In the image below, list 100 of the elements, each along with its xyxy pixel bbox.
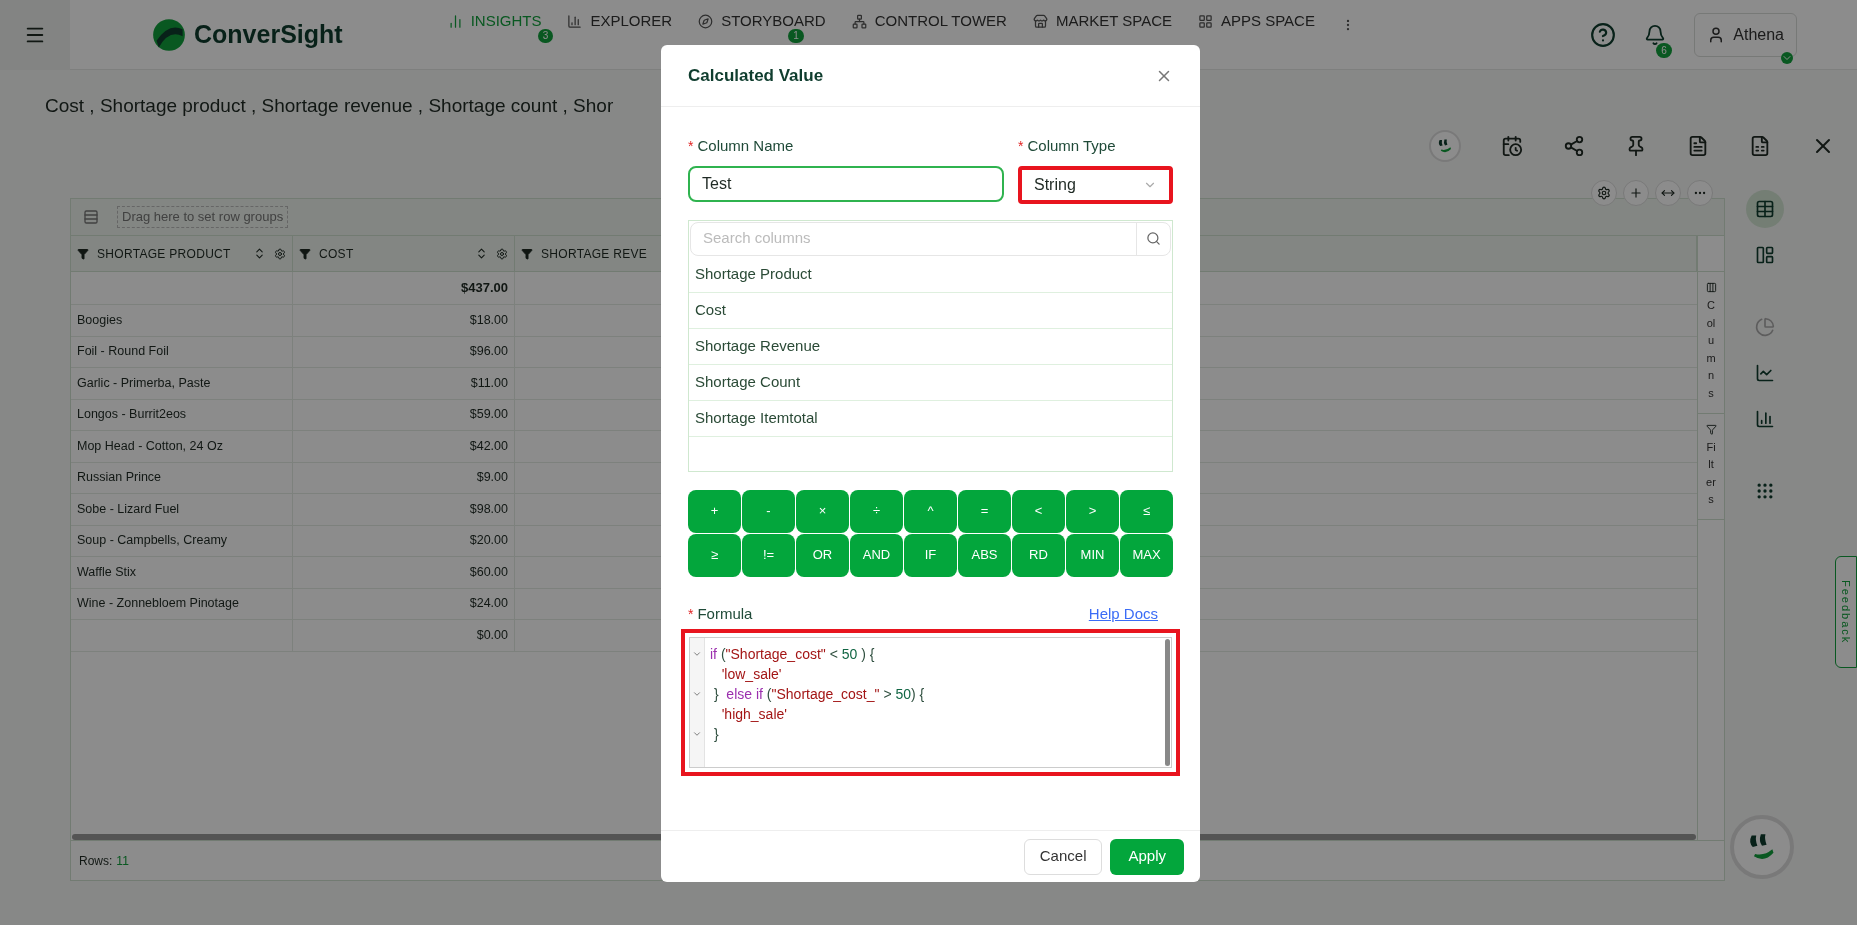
settings-button[interactable] — [1591, 180, 1617, 206]
field-label: * Column Type — [1018, 135, 1117, 158]
fold-icon[interactable] — [692, 649, 702, 659]
column-header[interactable]: SHORTAGE PRODUCT — [71, 236, 293, 271]
operator-button[interactable]: + — [688, 489, 741, 533]
operator-button[interactable]: = — [958, 489, 1011, 533]
operator-button[interactable]: > — [1066, 489, 1119, 533]
notification-bell-icon[interactable] — [1644, 23, 1667, 46]
column-title: COST — [319, 245, 354, 263]
cancel-button[interactable]: Cancel — [1023, 838, 1103, 875]
logo-text: ConverSight — [194, 18, 343, 50]
fold-icon[interactable] — [692, 689, 702, 699]
table-cell-text: $59.00 — [469, 406, 508, 424]
table-icon[interactable] — [1746, 190, 1784, 228]
operator-button[interactable]: - — [742, 489, 795, 533]
page-title: Cost , Shortage product , Shortage revenue , Shortage count , Shor — [45, 94, 615, 118]
operator-button[interactable]: AND — [850, 533, 903, 577]
operator-button[interactable]: MAX — [1120, 533, 1173, 577]
apply-button[interactable]: Apply — [1110, 838, 1184, 875]
search-icon — [1146, 231, 1161, 246]
operator-button[interactable]: RD — [1012, 533, 1065, 577]
table-cell-text: $0.00 — [476, 626, 508, 644]
filter-icon[interactable] — [521, 247, 533, 260]
required-asterisk: * — [688, 604, 694, 624]
vertical-scrollbar[interactable] — [1165, 639, 1170, 766]
operator-button[interactable]: ÷ — [850, 489, 903, 533]
code-line: 'high_sale' — [720, 704, 787, 724]
settings-icon[interactable] — [274, 247, 286, 260]
add-button[interactable] — [1623, 180, 1649, 206]
resize-button[interactable] — [1655, 180, 1681, 206]
column-header[interactable]: COST — [293, 236, 515, 271]
sort-icon[interactable] — [475, 247, 488, 260]
code-line: if ("Shortage_cost" < 50 ) { — [709, 644, 875, 664]
required-asterisk: * — [1018, 137, 1024, 157]
operator-button[interactable]: < — [1012, 489, 1065, 533]
side-panel-tab[interactable]: Filters — [1698, 413, 1724, 520]
side-tab-label: Filters — [1705, 439, 1717, 508]
operator-button[interactable]: IF — [904, 533, 957, 577]
table-cell-text: Soup - Campbells, Creamy — [77, 532, 228, 550]
table-cell-text: Longos - Burrit2eos — [77, 406, 187, 424]
filter-icon[interactable] — [77, 247, 89, 260]
operator-button[interactable]: MIN — [1066, 533, 1119, 577]
column-title: SHORTAGE REVE — [541, 245, 648, 263]
side-tab-label: Columns — [1705, 298, 1717, 401]
user-menu-button[interactable]: Athena — [1694, 12, 1797, 57]
row-group-icon — [83, 209, 99, 225]
nav-tab[interactable]: EXPLORER — [590, 10, 673, 33]
settings-icon[interactable] — [496, 247, 508, 260]
table-cell-text: Mop Head - Cotton, 24 Oz — [77, 437, 223, 455]
count-badge: 3 — [537, 29, 554, 43]
fold-icon[interactable] — [692, 729, 702, 739]
table-cell-text: $24.00 — [469, 595, 508, 613]
nav-tab[interactable]: APPS SPACE — [1221, 10, 1315, 33]
column-type-dropdown[interactable]: String — [1018, 165, 1173, 204]
operator-button[interactable]: × — [796, 489, 849, 533]
operator-button[interactable]: OR — [796, 533, 849, 577]
nav-icon — [567, 13, 583, 29]
table-cell-text: $42.00 — [469, 437, 508, 455]
help-icon[interactable] — [1590, 21, 1617, 48]
pdf-file-icon[interactable] — [1687, 135, 1709, 157]
total-cell-text: $437.00 — [461, 279, 508, 298]
table-cell-text: Boogies — [77, 311, 123, 329]
operator-button[interactable]: ABS — [958, 533, 1011, 577]
column-list-item[interactable]: Shortage Itemtotal — [695, 406, 818, 430]
table-cell-text: $60.00 — [469, 563, 508, 581]
code-line: 'low_sale' — [720, 664, 782, 684]
column-list-item[interactable]: Shortage Count — [695, 370, 801, 394]
formula-editor[interactable]: if ("Shortage_cost" < 50 ) { 'low_sale' } else if ("Shortage_cost_" > 50) { 'high_sale' } — [681, 629, 1180, 776]
sort-icon[interactable] — [253, 247, 266, 260]
table-cell-text: Garlic - Primerba, Paste — [77, 374, 211, 392]
code-line: } else if ("Shortage_cost_" > 50) { — [712, 684, 925, 704]
code-line: } — [712, 724, 719, 744]
operator-button[interactable]: ^ — [904, 489, 957, 533]
column-list-item[interactable]: Shortage Revenue — [695, 334, 821, 358]
table-cell-text: $20.00 — [469, 532, 508, 550]
column-name-field[interactable]: Test — [688, 165, 1004, 202]
nav-icon — [1198, 13, 1214, 29]
columns-icon — [1705, 282, 1717, 293]
operator-button[interactable]: != — [742, 533, 795, 577]
row-count-value: 11 — [116, 852, 129, 870]
nav-tab[interactable]: MARKET SPACE — [1055, 10, 1173, 33]
feedback-tab[interactable]: Feedback — [1835, 556, 1857, 668]
schedule-icon[interactable] — [1501, 135, 1523, 157]
column-list-item[interactable]: Cost — [695, 298, 726, 322]
operator-button[interactable]: ≤ — [1120, 489, 1173, 533]
nav-icon — [447, 13, 463, 29]
required-asterisk: * — [688, 137, 694, 157]
row-group-drop-zone[interactable]: Drag here to set row groups — [117, 206, 289, 228]
caret-icon[interactable] — [1781, 51, 1793, 64]
column-list-item[interactable]: Shortage Product — [695, 262, 812, 286]
operator-button[interactable]: ≥ — [688, 533, 741, 577]
table-cell-text: Wine - Zonnebloem Pinotage — [77, 595, 239, 613]
xlsx-file-icon[interactable] — [1749, 135, 1771, 157]
share-icon[interactable] — [1563, 135, 1585, 157]
column-title: SHORTAGE PRODUCT — [97, 245, 231, 263]
nav-tab[interactable]: CONTROL TOWER — [874, 10, 1007, 33]
help-docs-link[interactable]: Help Docs — [1088, 602, 1158, 625]
filter-icon[interactable] — [299, 247, 311, 260]
side-panel-tab[interactable]: Columns — [1698, 272, 1724, 414]
bot-button[interactable] — [1429, 130, 1461, 162]
